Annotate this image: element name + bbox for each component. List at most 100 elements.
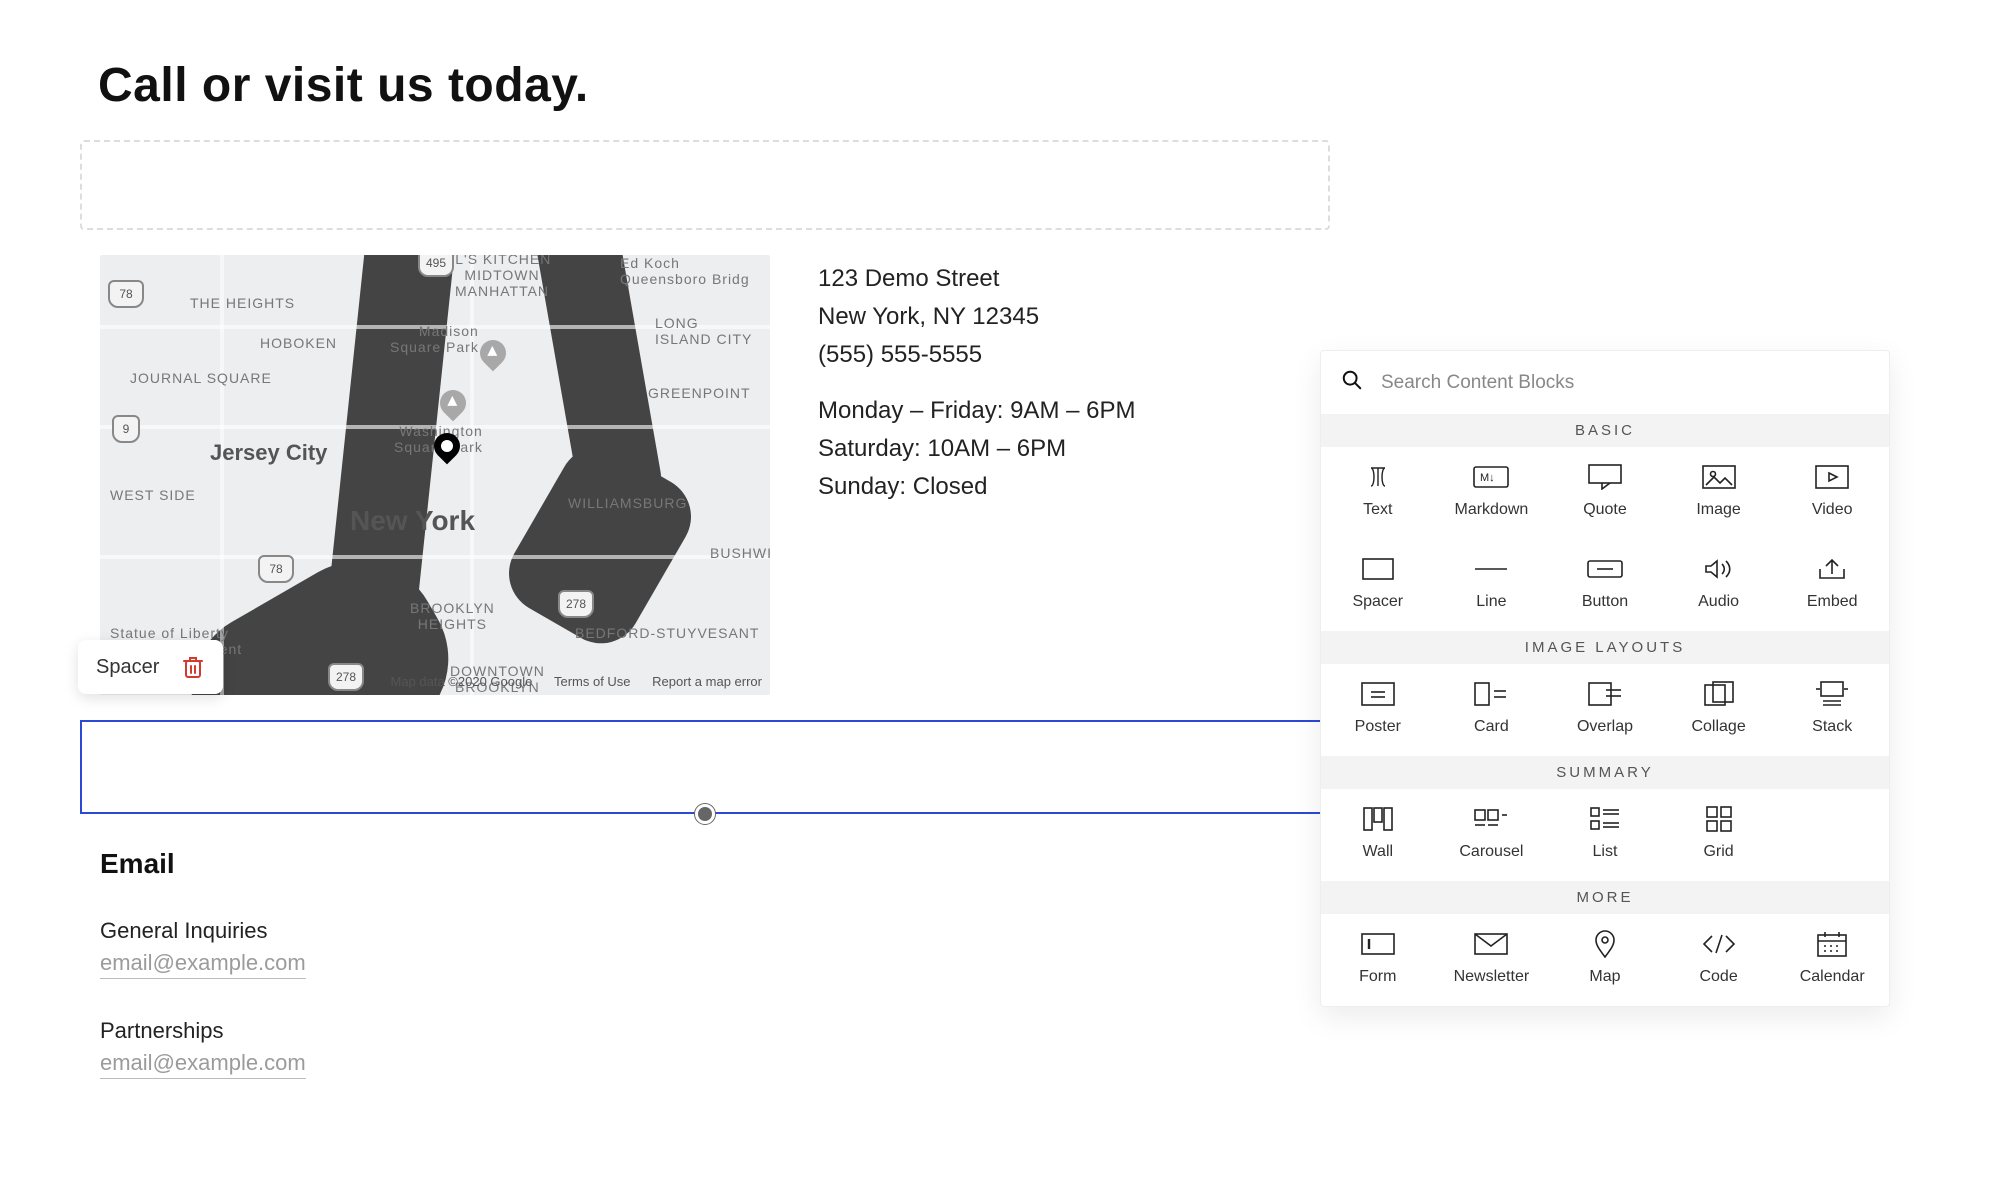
block-video[interactable]: Video [1775,447,1889,539]
form-icon [1360,932,1396,956]
map-attribution: Map data ©2020 Google Terms of Use Repor… [390,674,762,689]
map-label-bkheights: BROOKLYN HEIGHTS [410,600,495,632]
map-label-hoboken: HOBOKEN [260,335,337,351]
address-block: 123 Demo Street New York, NY 12345 (555)… [818,260,1135,506]
image-icon [1701,465,1737,489]
map-label-greenpoint: GREENPOINT [648,385,751,401]
map-attrib-terms[interactable]: Terms of Use [554,674,631,689]
section-more: MORE [1321,881,1889,914]
line-icon [1473,557,1509,581]
block-grid[interactable]: Grid [1662,789,1776,881]
map-label-edkoch: Ed Koch Queensboro Bridg [620,255,750,287]
route-9-shield: 9 [112,415,140,443]
selected-spacer-block[interactable] [80,720,1330,814]
code-icon [1701,932,1737,956]
block-spacer[interactable]: Spacer [1321,539,1435,631]
map-label-bushwi: BUSHWI [710,545,770,561]
block-calendar[interactable]: Calendar [1775,914,1889,1006]
block-wall[interactable]: Wall [1321,789,1435,881]
map-icon [1587,932,1623,956]
picker-search-row [1321,351,1889,414]
address-phone: (555) 555-5555 [818,336,1135,374]
map-label-newyork: New York [350,505,475,537]
route-78-shield: 78 [108,280,144,308]
editor-canvas: Call or visit us today. New York Jersey … [0,0,2000,1203]
audio-icon [1701,557,1737,581]
block-list[interactable]: List [1548,789,1662,881]
map-label-bedstuy: BEDFORD-STUYVESANT [575,625,759,641]
email-link-partnerships[interactable]: email@example.com [100,1050,306,1079]
hours-weekday: Monday – Friday: 9AM – 6PM [818,392,1135,430]
block-overlap[interactable]: Overlap [1548,664,1662,756]
map-label-lic: LONG ISLAND CITY [655,315,752,347]
wall-icon [1360,807,1396,831]
address-line-2: New York, NY 12345 [818,298,1135,336]
section-image-layouts: IMAGE LAYOUTS [1321,631,1889,664]
quote-icon [1587,465,1623,489]
embed-icon [1814,557,1850,581]
page-title: Call or visit us today. [98,58,589,113]
calendar-icon [1814,932,1850,956]
map-label-williamsburg: WILLIAMSBURG [568,495,687,511]
map-attrib-data: Map data ©2020 Google [390,674,532,689]
search-input[interactable] [1381,372,1869,394]
delete-block-button[interactable] [181,654,205,680]
card-icon [1473,682,1509,706]
block-collage[interactable]: Collage [1662,664,1776,756]
collage-icon [1701,682,1737,706]
email-link-general[interactable]: email@example.com [100,950,306,979]
newsletter-icon [1473,932,1509,956]
block-toolbar: Spacer [78,640,223,694]
markdown-icon: M↓ [1473,465,1509,489]
block-image[interactable]: Image [1662,447,1776,539]
hours-saturday: Saturday: 10AM – 6PM [818,430,1135,468]
park-pin-washington-a [435,385,472,422]
block-type-label: Spacer [96,656,159,679]
map-label-midtown: MIDTOWN MANHATTAN [455,267,549,299]
block-carousel[interactable]: Carousel [1435,789,1549,881]
block-line[interactable]: Line [1435,539,1549,631]
block-poster[interactable]: Poster [1321,664,1435,756]
map-block[interactable]: New York Jersey City HOBOKEN THE HEIGHTS… [100,255,770,695]
block-markdown[interactable]: M↓ Markdown [1435,447,1549,539]
block-audio[interactable]: Audio [1662,539,1776,631]
email-heading: Email [100,848,175,880]
hours-sunday: Sunday: Closed [818,468,1135,506]
map-canvas: New York Jersey City HOBOKEN THE HEIGHTS… [100,255,770,695]
email-sub-general: General Inquiries [100,918,268,944]
svg-text:M↓: M↓ [1480,472,1495,484]
route-278-shield: 278 [558,590,594,618]
email-sub-partnerships: Partnerships [100,1018,224,1044]
insert-zone-top[interactable] [80,140,1330,230]
section-basic: BASIC [1321,414,1889,447]
block-newsletter[interactable]: Newsletter [1435,914,1549,1006]
map-attrib-report[interactable]: Report a map error [652,674,762,689]
block-form[interactable]: Form [1321,914,1435,1006]
content-block-picker: BASIC Text M↓ Markdown Quote Image Video [1320,350,1890,1007]
route-278-shield-b: 278 [328,663,364,691]
block-map[interactable]: Map [1548,914,1662,1006]
block-quote[interactable]: Quote [1548,447,1662,539]
map-label-journal: JOURNAL SQUARE [130,370,272,386]
block-embed[interactable]: Embed [1775,539,1889,631]
block-code[interactable]: Code [1662,914,1776,1006]
button-icon [1587,557,1623,581]
video-icon [1814,465,1850,489]
map-label-msp: Madison Square Park [390,323,479,355]
grid-icon [1701,807,1737,831]
map-label-jersey: Jersey City [210,440,327,466]
block-text[interactable]: Text [1321,447,1435,539]
list-icon [1587,807,1623,831]
spacer-resize-handle[interactable] [695,804,715,824]
block-card[interactable]: Card [1435,664,1549,756]
address-line-1: 123 Demo Street [818,260,1135,298]
map-label-westside: WEST SIDE [110,487,196,503]
block-stack[interactable]: Stack [1775,664,1889,756]
carousel-icon [1473,807,1509,831]
route-495-shield: 495 [418,255,454,277]
block-button[interactable]: Button [1548,539,1662,631]
text-icon [1360,465,1396,489]
section-summary: SUMMARY [1321,756,1889,789]
stack-icon [1814,682,1850,706]
search-icon [1341,369,1363,396]
